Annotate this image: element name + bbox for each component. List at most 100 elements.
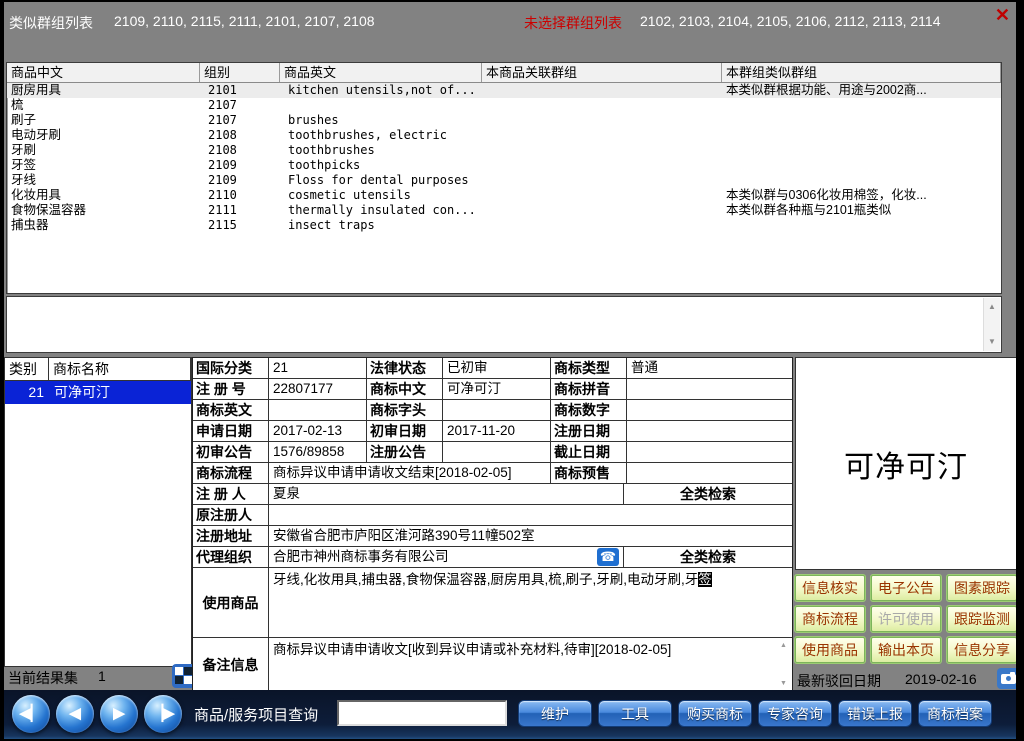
- camera-icon[interactable]: [997, 668, 1020, 689]
- mark-type-label: 商标类型: [551, 358, 627, 378]
- mark-pinyin-label: 商标拼音: [551, 379, 627, 399]
- goods-text: 牙线,化妆用具,捕虫器,食物保温容器,厨房用具,梳,刷子,牙刷,电动牙刷,牙: [273, 572, 698, 587]
- detail-text-box[interactable]: ▲ ▼: [6, 296, 1002, 353]
- result-row-selected[interactable]: 21 可净可汀: [5, 381, 191, 404]
- last-record-button[interactable]: ▕▶: [144, 695, 182, 733]
- cell-product-cn: 化妆用具: [7, 188, 200, 203]
- tracking-monitor-button[interactable]: 跟踪监测: [947, 606, 1017, 632]
- reg-date-label: 注册日期: [551, 421, 627, 441]
- orig-registrant-label: 原注册人: [193, 505, 269, 525]
- buy-trademark-button[interactable]: 购买商标: [678, 700, 752, 727]
- col-header-product-en[interactable]: 商品英文: [280, 63, 482, 82]
- table-row[interactable]: 电动牙刷 2108 toothbrushes, electric: [7, 128, 1001, 143]
- tools-button[interactable]: 工具: [598, 700, 672, 727]
- cell-product-en: Floss for dental purposes: [280, 173, 482, 188]
- col-header-mark-name[interactable]: 商标名称: [49, 358, 191, 380]
- previous-record-button[interactable]: ◀: [56, 695, 94, 733]
- mark-en-value: [269, 400, 367, 420]
- close-icon[interactable]: ✕: [995, 6, 1010, 24]
- col-header-group[interactable]: 组别: [200, 63, 280, 82]
- registrant-value: 夏泉: [269, 484, 624, 504]
- trademark-image-preview: 可净可汀: [795, 357, 1017, 570]
- table-row[interactable]: 牙签 2109 toothpicks: [7, 158, 1001, 173]
- result-set-label: 当前结果集: [8, 670, 78, 686]
- mark-cn-label: 商标中文: [367, 379, 443, 399]
- error-report-button[interactable]: 错误上报: [838, 700, 912, 727]
- trademark-detail-form: 国际分类 21 法律状态 已初审 商标类型 普通 注 册 号 22807177 …: [192, 357, 793, 692]
- e-gazette-button[interactable]: 电子公告: [871, 575, 941, 601]
- cell-group: 2108: [200, 143, 280, 158]
- results-header: 类别 商标名称: [5, 358, 191, 381]
- trademark-text: 可净可汀: [844, 442, 968, 486]
- col-header-class[interactable]: 类别: [5, 358, 49, 380]
- col-header-similar-groups[interactable]: 本群组类似群组: [722, 63, 1001, 82]
- scroll-down-icon[interactable]: ▼: [984, 334, 1000, 350]
- remarks-label: 备注信息: [203, 655, 259, 675]
- expert-consult-button[interactable]: 专家咨询: [758, 700, 832, 727]
- table-row[interactable]: 捕虫器 2115 insect traps: [7, 218, 1001, 233]
- cell-related: [482, 158, 722, 173]
- scroll-up-icon[interactable]: ▲: [777, 639, 790, 652]
- legal-status-value: 已初审: [443, 358, 551, 378]
- cell-product-cn: 梳: [7, 98, 200, 113]
- cell-similar: [722, 143, 1001, 158]
- search-all-classes-agency-button[interactable]: 全类检索: [624, 547, 792, 567]
- table-row[interactable]: 厨房用具 2101 kitchen utensils,not of... 本类似…: [7, 83, 1001, 98]
- phone-icon[interactable]: ☎: [597, 548, 619, 566]
- cell-product-cn: 牙刷: [7, 143, 200, 158]
- agency-name: 合肥市神州商标事务有限公司: [273, 549, 449, 564]
- share-info-button[interactable]: 信息分享: [947, 637, 1017, 663]
- flow-label: 商标流程: [193, 463, 269, 483]
- col-header-product-cn[interactable]: 商品中文: [7, 63, 200, 82]
- export-page-button[interactable]: 输出本页: [871, 637, 941, 663]
- verify-info-button[interactable]: 信息核实: [795, 575, 865, 601]
- expire-date-value: [627, 442, 792, 462]
- rejection-date-label: 最新驳回日期: [797, 671, 881, 691]
- title-bar: 类似群组列表 2109, 2110, 2115, 2111, 2101, 210…: [4, 2, 1016, 60]
- mark-flow-button[interactable]: 商标流程: [795, 606, 865, 632]
- goods-in-use-button[interactable]: 使用商品: [795, 637, 865, 663]
- mark-head-value: [443, 400, 551, 420]
- cell-product-en: insect traps: [280, 218, 482, 233]
- first-trial-gazette-label: 初审公告: [193, 442, 269, 462]
- scrollbar[interactable]: ▲ ▼: [983, 298, 1000, 351]
- remarks-scrollbar[interactable]: ▲ ▼: [777, 639, 791, 690]
- trademark-archive-button[interactable]: 商标档案: [918, 700, 992, 727]
- goods-value[interactable]: 牙线,化妆用具,捕虫器,食物保温容器,厨房用具,梳,刷子,牙刷,电动牙刷,牙签: [269, 568, 792, 637]
- reg-no-label: 注 册 号: [193, 379, 269, 399]
- cell-product-en: thermally insulated con...: [280, 203, 482, 218]
- scroll-down-icon[interactable]: ▼: [777, 677, 790, 690]
- cell-similar: [722, 173, 1001, 188]
- maintain-button[interactable]: 维护: [518, 700, 592, 727]
- apply-date-label: 申请日期: [193, 421, 269, 441]
- cell-similar: [722, 128, 1001, 143]
- search-all-classes-registrant-button[interactable]: 全类检索: [624, 484, 792, 504]
- scroll-up-icon[interactable]: ▲: [984, 299, 1000, 315]
- table-row[interactable]: 刷子 2107 brushes: [7, 113, 1001, 128]
- image-tracking-button[interactable]: 图素跟踪: [947, 575, 1017, 601]
- table-row[interactable]: 食物保温容器 2111 thermally insulated con... 本…: [7, 203, 1001, 218]
- orig-registrant-value: [269, 505, 792, 525]
- first-record-button[interactable]: ◀▏: [12, 695, 50, 733]
- table-row[interactable]: 梳 2107: [7, 98, 1001, 113]
- cell-similar: 本类似群各种瓶与2101瓶类似: [722, 203, 1001, 218]
- next-record-button[interactable]: ▶: [100, 695, 138, 733]
- cell-group: 2107: [200, 113, 280, 128]
- goods-service-query-input[interactable]: [337, 700, 507, 726]
- cell-similar: [722, 158, 1001, 173]
- table-row[interactable]: 牙线 2109 Floss for dental purposes: [7, 173, 1001, 188]
- group-table-header: 商品中文 组别 商品英文 本商品关联群组 本群组类似群组: [7, 63, 1001, 83]
- remarks-value[interactable]: 商标异议申请申请收文[收到异议申请或补充材料,待审][2018-02-05] ▲…: [269, 638, 792, 691]
- table-row[interactable]: 牙刷 2108 toothbrushes: [7, 143, 1001, 158]
- col-header-related-groups[interactable]: 本商品关联群组: [482, 63, 722, 82]
- cell-product-cn: 厨房用具: [7, 83, 200, 98]
- cell-related: [482, 83, 722, 98]
- presale-value: [627, 463, 792, 483]
- goods-label: 使用商品: [203, 593, 259, 613]
- cell-product-en: toothbrushes, electric: [280, 128, 482, 143]
- table-row[interactable]: 化妆用具 2110 cosmetic utensils 本类似群与0306化妆用…: [7, 188, 1001, 203]
- cell-group: 2115: [200, 218, 280, 233]
- action-button-grid: 信息核实 电子公告 图素跟踪 商标流程 许可使用 跟踪监测 使用商品 输出本页 …: [795, 575, 1017, 663]
- cell-similar: 本类似群根据功能、用途与2002商...: [722, 83, 1001, 98]
- reg-no-value: 22807177: [269, 379, 367, 399]
